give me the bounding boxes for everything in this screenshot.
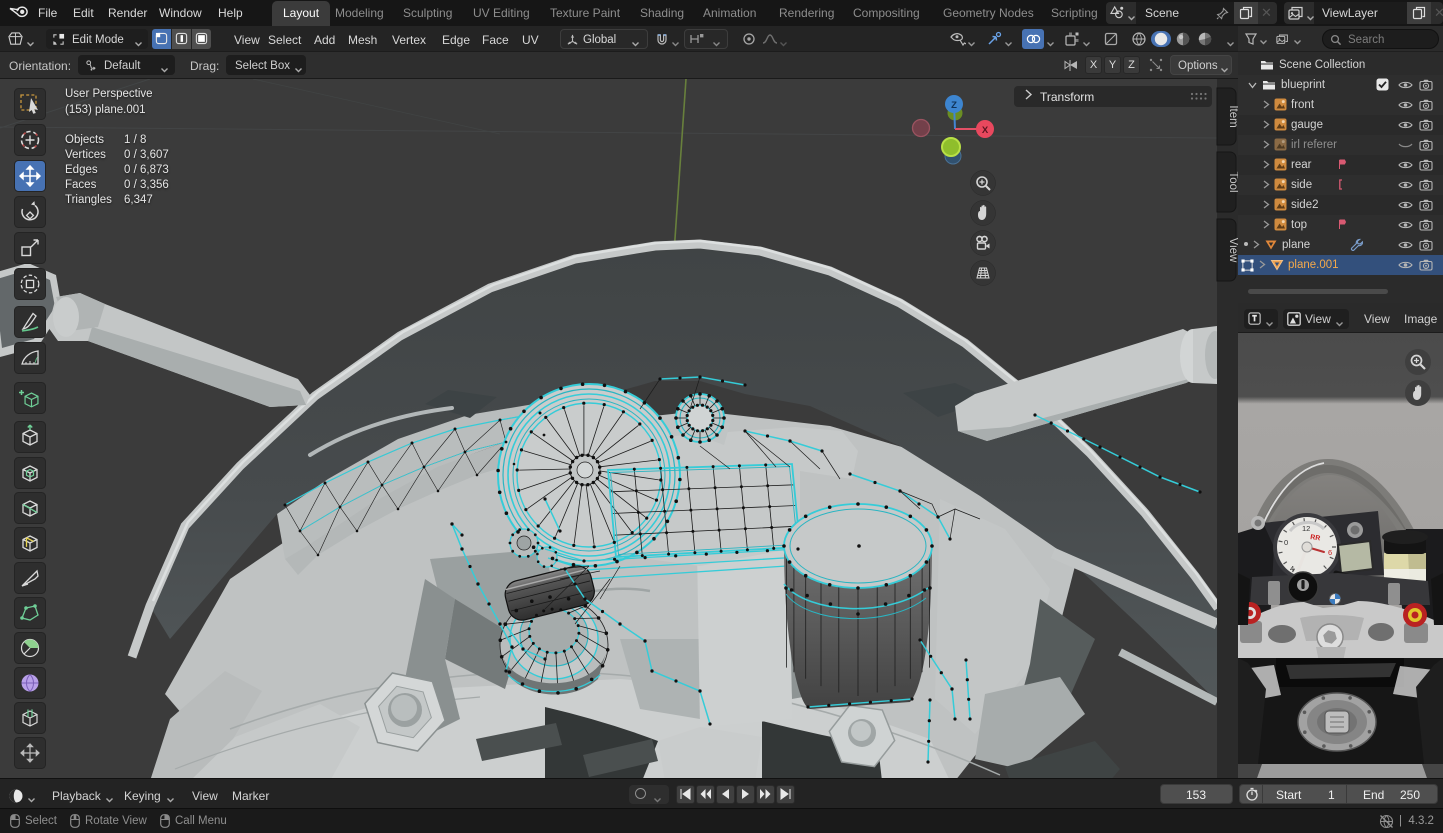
svg-text:12: 12 bbox=[1302, 524, 1310, 533]
svg-text:6: 6 bbox=[1328, 548, 1332, 557]
svg-text:4: 4 bbox=[1290, 564, 1294, 573]
svg-text:Tool: Tool bbox=[1227, 171, 1238, 192]
svg-text:Z: Z bbox=[951, 100, 957, 111]
svg-text:Transform: Transform bbox=[1040, 90, 1094, 104]
svg-text:View: View bbox=[1227, 238, 1238, 263]
svg-text:X: X bbox=[982, 125, 989, 136]
svg-text:RR: RR bbox=[1310, 534, 1321, 542]
svg-text:0: 0 bbox=[1284, 538, 1288, 547]
svg-text:Item: Item bbox=[1227, 105, 1238, 127]
